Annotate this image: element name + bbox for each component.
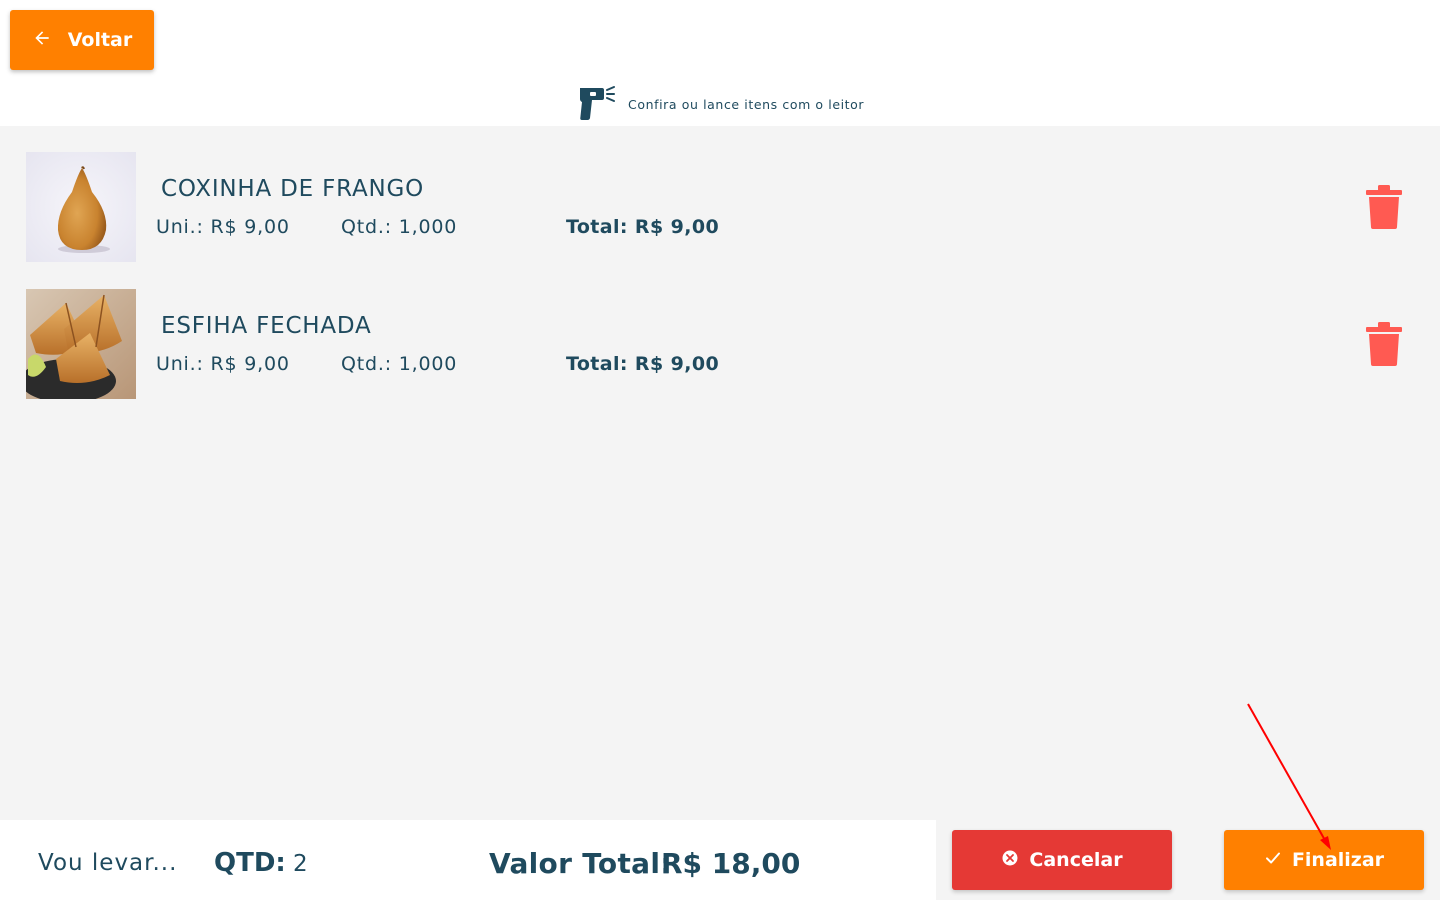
back-button[interactable]: Voltar [10,10,154,70]
arrow-left-icon [32,28,52,53]
item-quantity: Qtd.: 1,000 [341,216,458,238]
quantity-value: 2 [293,851,308,877]
item-total: Total: R$ 9,00 [566,353,720,375]
item-total: Total: R$ 9,00 [566,216,720,238]
cart-item: ESFIHA FECHADA Uni.: R$ 9,00 Qtd.: 1,000… [26,289,1416,399]
item-unit-price: Uni.: R$ 9,00 [156,216,290,238]
cart-list: COXINHA DE FRANGO Uni.: R$ 9,00 Qtd.: 1,… [0,126,1440,820]
trash-icon[interactable] [1366,184,1402,230]
total-value: R$ 18,00 [661,847,801,880]
finish-button[interactable]: Finalizar [1224,830,1424,890]
item-unit-price: Uni.: R$ 9,00 [156,353,290,375]
cart-item: COXINHA DE FRANGO Uni.: R$ 9,00 Qtd.: 1,… [26,152,1416,262]
product-image-coxinha [26,152,136,262]
reader-hint: Confira ou lance itens com o leitor [576,84,864,124]
cancel-button-label: Cancelar [1029,849,1123,871]
barcode-scanner-icon [576,84,616,124]
top-bar: Voltar Confira ou lance itens com o leit… [0,0,1440,126]
item-name: COXINHA DE FRANGO [161,176,425,202]
total-label: Valor Total: [489,847,672,880]
cart-summary: Vou levar... QTD: 2 Valor Total: R$ 18,0… [0,820,936,900]
back-button-label: Voltar [67,29,133,51]
finish-button-label: Finalizar [1291,849,1385,871]
item-quantity: Qtd.: 1,000 [341,353,458,375]
vou-levar-label: Vou levar... [38,850,178,876]
cancel-button[interactable]: Cancelar [952,830,1172,890]
check-icon [1264,849,1282,872]
trash-icon[interactable] [1366,321,1402,367]
close-circle-icon [1001,849,1019,872]
reader-hint-text: Confira ou lance itens com o leitor [628,96,865,112]
item-name: ESFIHA FECHADA [161,313,372,339]
product-image-esfiha [26,289,136,399]
quantity-label: QTD: [214,848,286,878]
